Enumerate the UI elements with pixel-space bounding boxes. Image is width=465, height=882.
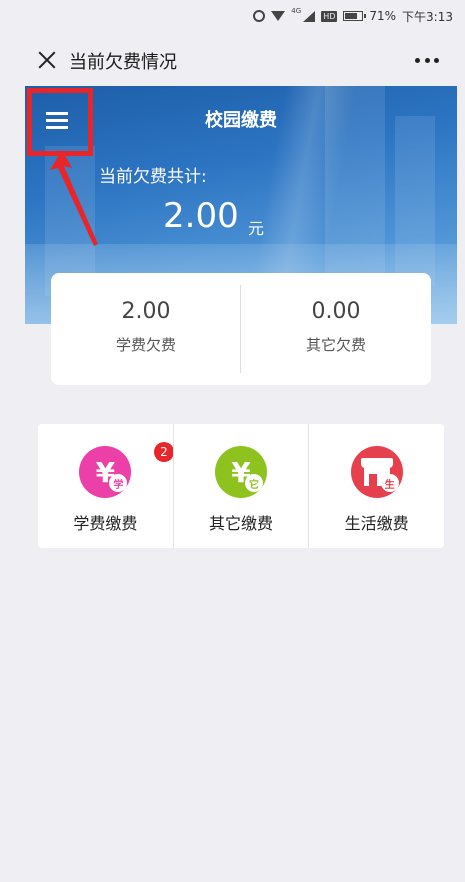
tuition-arrears[interactable]: 2.00 学费欠费 (51, 273, 241, 385)
life-payment-label: 生活缴费 (344, 514, 409, 533)
hd-badge: HD (321, 10, 338, 22)
life-payment-button[interactable]: 生 生活缴费 (308, 424, 444, 548)
other-arrears-value: 0.00 (311, 299, 361, 324)
more-options-icon[interactable] (415, 58, 439, 64)
yuan-other-icon: ¥ 它 (215, 446, 267, 498)
notification-badge: 2 (154, 442, 174, 462)
status-bar: 4G HD 71% 下午3:13 (0, 0, 465, 34)
tuition-arrears-label: 学费欠费 (115, 336, 176, 354)
store-life-icon: 生 (350, 446, 403, 498)
currency-unit: 元 (248, 219, 265, 238)
status-icons: 4G HD 71% 下午3:13 (253, 6, 453, 26)
tuition-mini-glyph: 学 (109, 474, 128, 492)
battery-icon (343, 11, 367, 21)
tuition-payment-button[interactable]: ¥ 学 2 学费缴费 (38, 424, 174, 548)
network-type: 4G (291, 7, 302, 15)
battery-percent: 71% (369, 9, 397, 23)
menu-highlight-box (27, 88, 93, 156)
store-door (368, 474, 377, 486)
yuan-tuition-icon: ¥ 学 (79, 446, 132, 498)
annotation-arrow-icon (50, 150, 98, 246)
life-mini-glyph: 生 (380, 474, 399, 492)
other-payment-label: 其它缴费 (209, 514, 274, 533)
tuition-payment-label: 学费缴费 (73, 514, 138, 533)
total-due-label: 当前欠费共计: (99, 167, 207, 187)
page-title: 当前欠费情况 (69, 52, 177, 73)
alarm-icon (253, 10, 266, 22)
wifi-icon (271, 11, 286, 21)
other-arrears[interactable]: 0.00 其它欠费 (241, 273, 431, 385)
arrears-summary-card: 2.00 学费欠费 0.00 其它欠费 (51, 273, 431, 385)
nav-bar: 当前欠费情况 (0, 34, 465, 86)
other-mini-glyph: 它 (245, 474, 263, 492)
clock: 下午3:13 (402, 9, 453, 24)
close-icon[interactable] (38, 51, 56, 69)
other-arrears-label: 其它欠费 (305, 336, 366, 354)
total-due-amount: 2.00 (163, 196, 239, 236)
tuition-arrears-value: 2.00 (121, 299, 171, 324)
store-roof (360, 458, 393, 468)
payment-options-grid: ¥ 学 2 学费缴费 ¥ 它 其它缴费 生 生活缴费 (38, 424, 444, 548)
other-payment-button[interactable]: ¥ 它 其它缴费 (172, 424, 309, 548)
signal-icon (303, 10, 316, 22)
